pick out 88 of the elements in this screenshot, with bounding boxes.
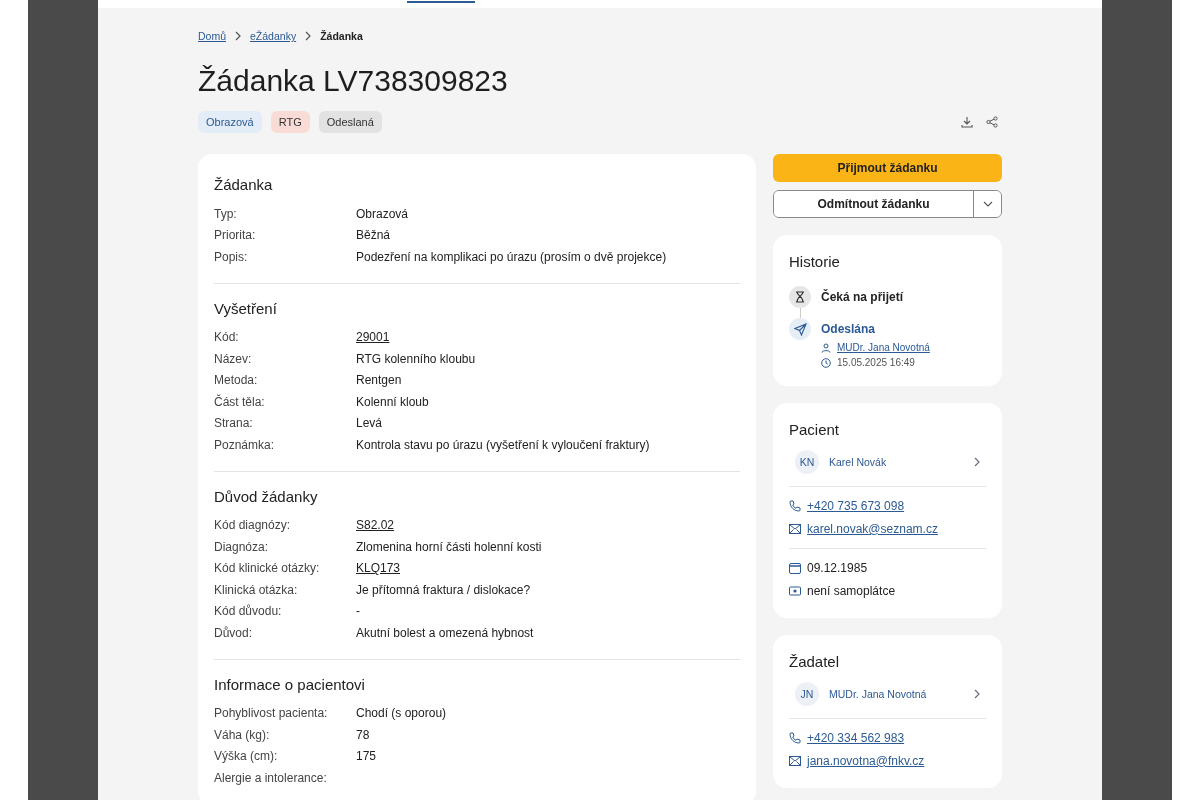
chevron-icon	[974, 457, 980, 467]
tag: Obrazová	[198, 111, 262, 133]
reject-button[interactable]: Odmítnout žádanku	[774, 191, 973, 217]
card-title: Pacient	[789, 421, 841, 438]
field-value: Rentgen	[356, 373, 402, 388]
section-title: Důvod žádanky	[214, 487, 319, 505]
history-time: 15.05.2025 16:49	[837, 357, 915, 368]
field-label: Typ:	[214, 206, 238, 221]
field-value: Obrazová	[356, 206, 409, 221]
field-label: Kód klinické otázky:	[214, 561, 321, 576]
field-label: Strana:	[214, 416, 254, 431]
contact-info: není samoplátce	[807, 583, 896, 598]
field-label: Metoda:	[214, 373, 259, 388]
chevron-icon	[974, 689, 980, 699]
section-title: Žádanka	[214, 176, 274, 193]
calendar-icon	[789, 562, 801, 575]
field-label: Kód diagnózy:	[214, 518, 292, 533]
avatar: KN	[795, 450, 819, 474]
history-status: Čeká na přijetí	[821, 288, 904, 306]
card-icon	[789, 585, 801, 596]
envelope-icon	[789, 523, 801, 534]
breadcrumb-current: Žádanka	[320, 30, 363, 42]
field-label: Priorita:	[214, 228, 257, 243]
contact-link[interactable]: jana.novotna@fnkv.cz	[807, 753, 925, 768]
section-title: Vyšetření	[214, 299, 278, 317]
chevron-icon	[235, 31, 241, 41]
tag: Odeslaná	[318, 111, 382, 133]
field-label: Váha (kg):	[214, 727, 271, 742]
field-link[interactable]: 29001	[356, 330, 390, 345]
field-value: Kontrola stavu po úrazu (vyšetření k vyloučení fraktury)	[356, 437, 650, 452]
person-icon	[821, 342, 831, 353]
person-name: MUDr. Jana Novotná	[829, 688, 928, 700]
contact-link[interactable]: karel.novak@seznam.cz	[807, 521, 938, 536]
status-icon	[789, 286, 811, 308]
field-label: Kód důvodu:	[214, 604, 283, 619]
field-value: Zlomenina horní části holenní kosti	[356, 539, 542, 554]
dropdown-button[interactable]	[973, 191, 1001, 217]
field-value: Levá	[356, 416, 383, 431]
field-label: Název:	[214, 351, 253, 366]
breadcrumb-link[interactable]: eŽádanky	[250, 30, 297, 42]
field-label: Alergie a intolerance:	[214, 770, 328, 785]
person-item[interactable]: JN MUDr. Jana Novotná	[789, 682, 986, 719]
field-value: 78	[356, 727, 370, 742]
field-label: Popis:	[214, 249, 249, 264]
envelope-icon	[789, 755, 801, 766]
field-label: Výška (cm):	[214, 749, 279, 764]
field-link[interactable]: S82.02	[356, 518, 395, 533]
field-value: -	[356, 604, 360, 619]
accept-button[interactable]: Přijmout žádanku	[773, 154, 1002, 182]
breadcrumb-link[interactable]: Domů	[198, 30, 226, 42]
download-icon[interactable]	[961, 116, 973, 128]
tag: RTG	[270, 111, 310, 133]
field-label: Poznámka:	[214, 437, 276, 452]
field-value: Akutní bolest a omezená hybnost	[356, 625, 534, 640]
person-item[interactable]: KN Karel Novák	[789, 450, 986, 487]
field-link[interactable]: KLQ173	[356, 561, 401, 576]
avatar: JN	[795, 682, 819, 706]
contact-info: 09.12.1985	[807, 561, 868, 576]
section-title: Informace o pacientovi	[214, 675, 366, 693]
field-label: Pohyblivost pacienta:	[214, 706, 329, 721]
page-title: Žádanka LV738309823	[198, 63, 509, 99]
field-label: Kód:	[214, 330, 240, 345]
card-title: Historie	[789, 253, 841, 270]
field-value: Je přítomná fraktura / dislokace?	[356, 582, 531, 597]
field-value: Kolenní kloub	[356, 394, 429, 409]
phone-icon	[789, 732, 801, 745]
field-value: 175	[356, 749, 377, 764]
field-label: Část těla:	[214, 394, 266, 409]
contact-link[interactable]: +420 735 673 098	[807, 499, 905, 514]
person-name: Karel Novák	[829, 456, 888, 468]
field-label: Diagnóza:	[214, 539, 270, 554]
status-icon	[789, 318, 811, 340]
tab-indicator	[407, 1, 475, 3]
field-value: RTG kolenního kloubu	[356, 351, 476, 366]
field-label: Klinická otázka:	[214, 582, 299, 597]
card-title: Žadatel	[789, 653, 841, 670]
field-value: Podezření na komplikaci po úrazu (prosím o dvě projekce)	[356, 249, 667, 264]
caret-icon	[982, 201, 993, 207]
history-status: Odeslána	[821, 321, 877, 338]
share-icon[interactable]	[986, 116, 998, 128]
contact-link[interactable]: +420 334 562 983	[807, 731, 905, 746]
clock-icon	[821, 357, 831, 368]
person-link[interactable]: MUDr. Jana Novotná	[837, 342, 930, 353]
field-value: Chodí (s oporou)	[356, 706, 447, 721]
chevron-icon	[305, 31, 312, 41]
field-value: Běžná	[356, 228, 391, 243]
field-label: Důvod:	[214, 625, 254, 640]
phone-icon	[789, 500, 801, 513]
